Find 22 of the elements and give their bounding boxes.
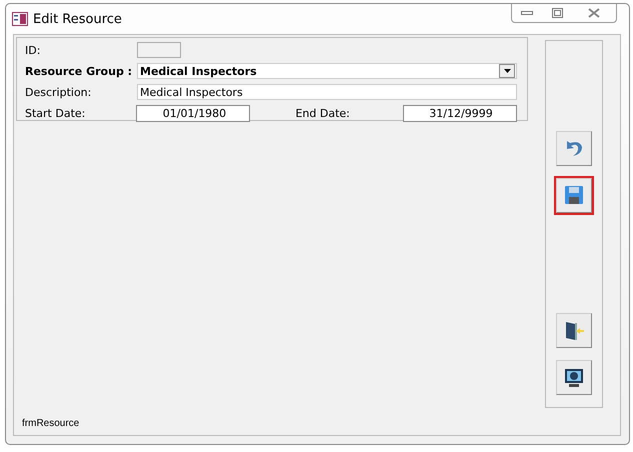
form-name: frmResource <box>22 418 80 428</box>
field-label: ID: <box>25 44 42 56</box>
exit-button[interactable] <box>556 313 592 348</box>
resource-group-dropdown[interactable]: Medical Inspectors <box>137 63 517 79</box>
undo-button[interactable] <box>556 131 592 166</box>
monitor-button[interactable] <box>556 360 592 395</box>
door-arrow-icon <box>563 320 585 342</box>
minimize-icon <box>521 11 533 15</box>
date-field[interactable]: 01/01/1980 <box>136 104 250 122</box>
field-label: Start Date: <box>25 106 86 120</box>
id-field[interactable] <box>137 42 181 58</box>
description-field[interactable]: Medical Inspectors <box>137 84 517 100</box>
date-field[interactable]: 31/12/9999 <box>403 104 517 122</box>
close-icon <box>588 8 600 18</box>
maximize-icon <box>552 8 562 18</box>
field-label: Description: <box>25 86 92 98</box>
window-title: Edit Resource <box>33 12 123 26</box>
field-label: End Date: <box>294 106 351 120</box>
form-icon <box>12 12 28 26</box>
field-label: Resource Group : <box>25 64 134 78</box>
save-button[interactable] <box>556 178 592 213</box>
monitor-icon <box>563 366 585 389</box>
